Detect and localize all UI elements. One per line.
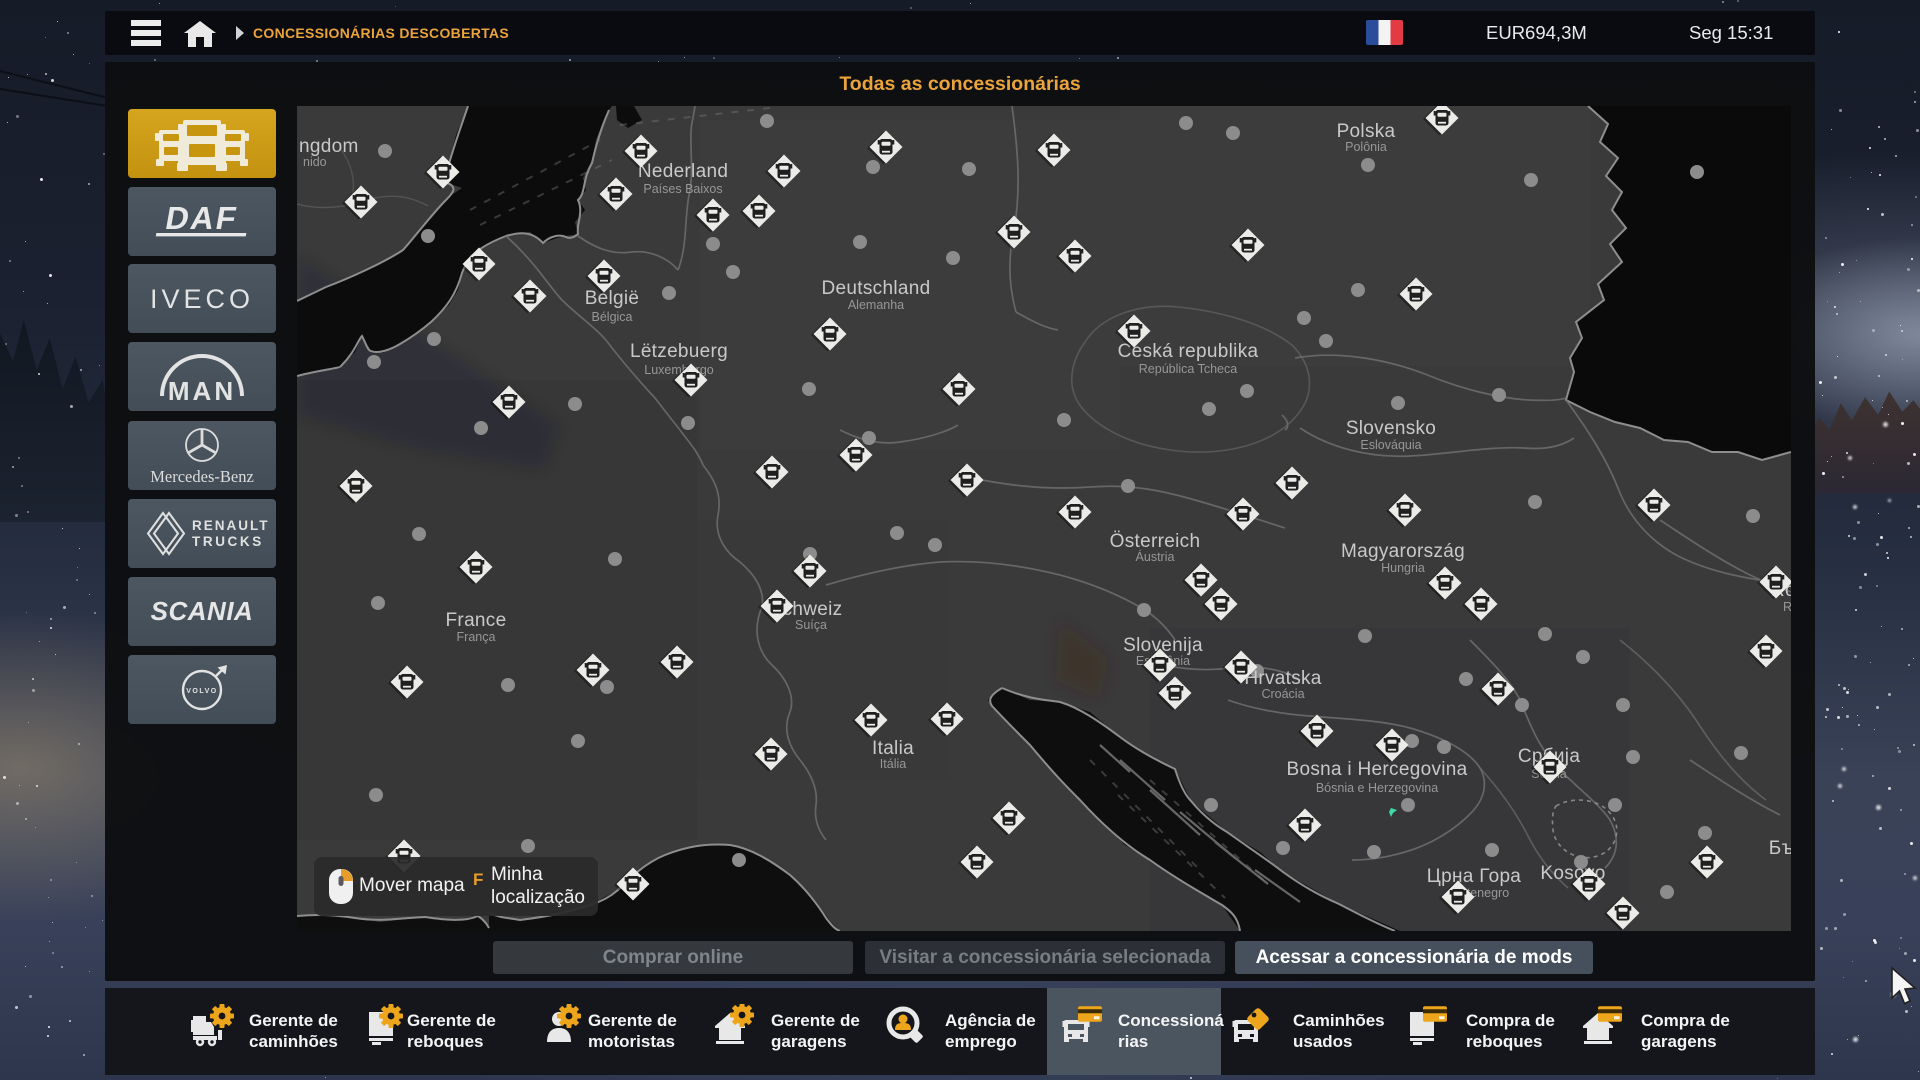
svg-text:Lëtzebuerg: Lëtzebuerg	[630, 341, 728, 362]
svg-text:Magyarország: Magyarország	[1341, 541, 1465, 562]
svg-text:Eslováquia: Eslováquia	[1360, 438, 1421, 452]
svg-text:Polônia: Polônia	[1345, 140, 1387, 154]
svg-text:MAN: MAN	[168, 376, 236, 406]
svg-text:Bósnia e Herzegovina: Bósnia e Herzegovina	[1316, 781, 1438, 795]
svg-text:Црна Гора: Црна Гора	[1427, 866, 1522, 887]
svg-text:Bosna i Hercegovina: Bosna i Hercegovina	[1286, 759, 1467, 780]
svg-text:IVECO: IVECO	[150, 284, 254, 314]
svg-text:TRUCKS: TRUCKS	[192, 534, 264, 549]
svg-text:България: България	[1769, 838, 1791, 859]
svg-text:Romênia: Romênia	[1783, 600, 1791, 614]
svg-text:República Tcheca: República Tcheca	[1139, 362, 1237, 376]
svg-text:nido: nido	[303, 155, 327, 169]
svg-text:Österreich: Österreich	[1110, 531, 1201, 552]
svg-text:Alemanha: Alemanha	[848, 298, 904, 312]
svg-text:Hungria: Hungria	[1381, 561, 1425, 575]
svg-text:Países Baixos: Países Baixos	[643, 182, 722, 196]
svg-text:France: France	[446, 610, 507, 631]
svg-text:Áustria: Áustria	[1136, 549, 1175, 564]
svg-text:SCANIA: SCANIA	[151, 596, 254, 626]
svg-text:ngdom: ngdom	[299, 136, 359, 157]
svg-text:Italia: Italia	[872, 738, 914, 759]
svg-text:VOLVO: VOLVO	[186, 688, 217, 695]
svg-text:Slovensko: Slovensko	[1346, 418, 1436, 439]
svg-text:Suíça: Suíça	[795, 618, 827, 632]
svg-text:Deutschland: Deutschland	[822, 278, 931, 299]
svg-text:Ceská republika: Ceská republika	[1118, 341, 1259, 362]
svg-text:Bélgica: Bélgica	[592, 310, 633, 324]
svg-text:Hrvatska: Hrvatska	[1244, 668, 1321, 689]
svg-text:Itália: Itália	[880, 757, 906, 771]
svg-text:Mercedes-Benz: Mercedes-Benz	[150, 467, 254, 486]
svg-text:Polska: Polska	[1337, 121, 1396, 142]
svg-text:França: França	[457, 630, 496, 644]
svg-text:Nederland: Nederland	[638, 161, 728, 182]
svg-text:DAF: DAF	[163, 200, 241, 236]
svg-text:RENAULT: RENAULT	[192, 518, 270, 533]
svg-text:België: België	[585, 288, 640, 309]
svg-text:Croácia: Croácia	[1261, 687, 1304, 701]
